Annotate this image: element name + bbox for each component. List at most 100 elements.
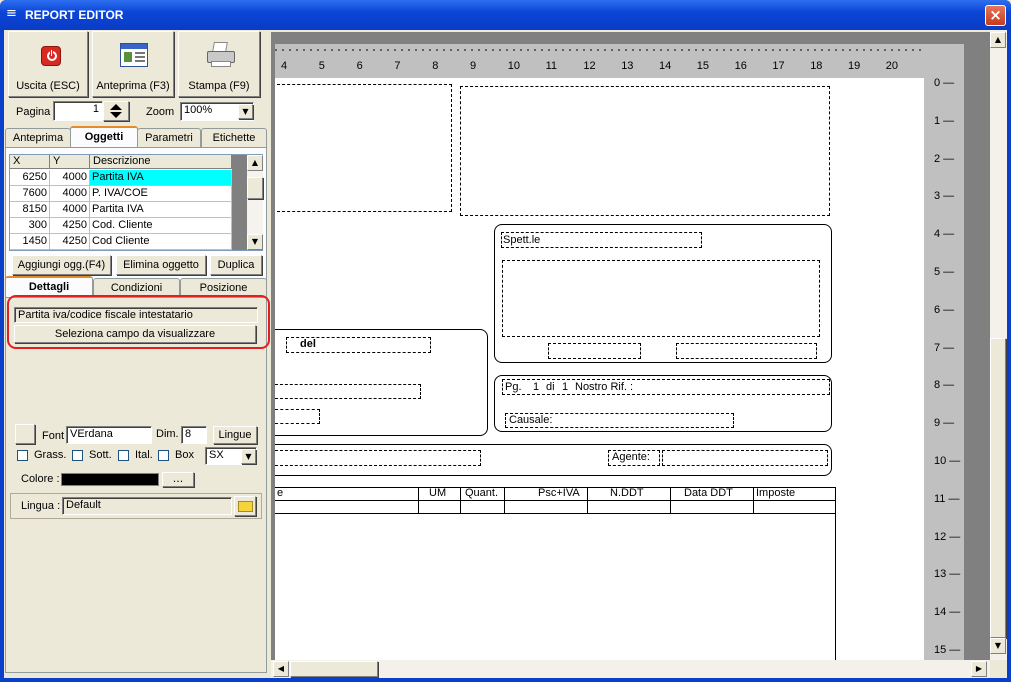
- language-input: Default: [62, 497, 232, 515]
- ruler-tick-label: 4: [281, 60, 288, 72]
- col-header-descrizione[interactable]: Descrizione: [90, 155, 232, 169]
- ruler-tick-label: 14: [659, 60, 672, 72]
- doc-field-2[interactable]: [275, 409, 320, 424]
- di-number: 1: [562, 381, 569, 393]
- top-ruler-ticks: [275, 49, 929, 51]
- size-input[interactable]: 8: [181, 426, 207, 444]
- doc-field-1[interactable]: [275, 384, 421, 399]
- report-box-right-top[interactable]: [460, 86, 830, 216]
- del-label: del: [300, 338, 316, 350]
- cell-desc: P. IVA/COE: [90, 186, 232, 202]
- print-button[interactable]: Stampa (F9): [178, 31, 260, 97]
- page-ref-field[interactable]: Pg. 1 di 1 Nostro Rif. :: [502, 379, 830, 395]
- exit-button[interactable]: Uscita (ESC): [8, 31, 88, 97]
- col-header-x[interactable]: X: [10, 155, 50, 169]
- column-divider: [753, 488, 754, 514]
- select-field-button[interactable]: Seleziona campo da visualizzare: [14, 325, 256, 343]
- horizontal-scroll-thumb[interactable]: [290, 661, 378, 677]
- scroll-down-icon[interactable]: ▼: [990, 638, 1006, 654]
- column-divider: [587, 488, 588, 514]
- zoom-dropdown-icon[interactable]: ▼: [238, 104, 253, 119]
- color-label: Colore :: [21, 473, 60, 485]
- causale-field[interactable]: Causale:: [505, 413, 734, 428]
- ruler-tick-label: 15 —: [934, 644, 961, 656]
- close-button[interactable]: ×: [985, 5, 1006, 26]
- objects-table[interactable]: X Y Descrizione 6250 4000 Partita IVA 76…: [9, 154, 263, 251]
- recipient-address-field[interactable]: [502, 260, 820, 337]
- color-picker-button[interactable]: ...: [162, 472, 194, 487]
- bold-checkbox[interactable]: [17, 450, 28, 461]
- report-page[interactable]: Spett.le del Pg. 1 di 1 Nostro Rif. : Ca…: [275, 78, 929, 660]
- font-color-button[interactable]: [15, 424, 35, 444]
- cell-desc: Cod Cliente: [90, 234, 232, 250]
- size-label: Dim.: [156, 428, 179, 440]
- ruler-tick-label: 2 —: [934, 152, 955, 165]
- underline-checkbox[interactable]: [72, 450, 83, 461]
- top-ruler: 456789101112131415161718192021: [275, 44, 936, 78]
- box-checkbox[interactable]: [158, 450, 169, 461]
- italic-checkbox[interactable]: [118, 450, 129, 461]
- tab-oggetti[interactable]: Oggetti: [70, 126, 138, 148]
- align-value: SX: [209, 449, 224, 461]
- menu-icon[interactable]: ≡: [6, 7, 19, 21]
- ruler-tick-label: 8 —: [934, 379, 955, 392]
- scroll-right-icon[interactable]: ▶: [971, 661, 987, 677]
- scroll-left-icon[interactable]: ◀: [273, 661, 289, 677]
- ruler-tick-label: 9: [470, 60, 477, 72]
- agente-field[interactable]: Agente:: [608, 450, 660, 466]
- cell-desc: Cod. Cliente: [90, 218, 232, 234]
- column-header: Imposte: [756, 487, 796, 499]
- vertical-scroll-thumb[interactable]: [990, 338, 1006, 638]
- report-box-left-top[interactable]: [277, 84, 452, 212]
- recipient-field-a[interactable]: [548, 343, 641, 359]
- cell-y: 4250: [50, 218, 90, 234]
- underline-label: Sott.: [89, 449, 112, 461]
- ruler-tick-label: 19: [848, 60, 861, 72]
- grid-gutter: [232, 155, 247, 250]
- preview-button[interactable]: Anteprima (F3): [92, 31, 174, 97]
- tab-anteprima[interactable]: Anteprima: [5, 128, 71, 148]
- add-object-button[interactable]: Aggiungi ogg.(F4): [12, 255, 111, 275]
- spett-field[interactable]: Spett.le: [501, 232, 702, 248]
- ruler-tick-label: 10 —: [934, 455, 961, 467]
- spin-up-icon[interactable]: [110, 104, 122, 110]
- ruler-tick-label: 6 —: [934, 303, 955, 316]
- delete-object-button[interactable]: Elimina oggetto: [116, 255, 206, 275]
- zoom-label: Zoom: [146, 106, 175, 118]
- scroll-up-icon[interactable]: ▲: [247, 155, 263, 171]
- ruler-tick-label: 17: [772, 60, 785, 72]
- scroll-down-icon[interactable]: ▼: [247, 234, 263, 250]
- exit-label: Uscita (ESC): [16, 80, 80, 92]
- ruler-tick-label: 10: [507, 60, 521, 72]
- canvas-horizontal-scrollbar[interactable]: ◀ ▶: [271, 660, 990, 678]
- font-input[interactable]: VErdana: [66, 426, 152, 444]
- printer-icon: [206, 42, 236, 70]
- canvas-vertical-scrollbar[interactable]: ▲ ▼: [990, 30, 1007, 660]
- column-header: Psc+IVA: [538, 487, 580, 499]
- align-dropdown-icon[interactable]: ▼: [241, 449, 256, 464]
- agente-value-field[interactable]: [662, 450, 828, 466]
- cell-x: 1450: [10, 234, 50, 250]
- scroll-up-icon[interactable]: ▲: [990, 32, 1006, 48]
- ruler-corner: [924, 44, 964, 78]
- recipient-field-b[interactable]: [676, 343, 817, 359]
- col-header-y[interactable]: Y: [50, 155, 90, 169]
- column-header: N.DDT: [610, 487, 644, 499]
- causale-label: Causale:: [509, 414, 553, 426]
- spin-down-icon[interactable]: [110, 112, 122, 118]
- ruler-tick-label: 1 —: [934, 114, 955, 127]
- scroll-thumb[interactable]: [247, 177, 263, 199]
- tab-etichette[interactable]: Etichette: [201, 128, 267, 148]
- folder-button[interactable]: [234, 496, 256, 516]
- lines-table[interactable]: e UM Quant. Psc+IVA N.DDT Data DDT Imposte: [275, 487, 836, 660]
- page-spinner[interactable]: [103, 101, 129, 121]
- column-header: Data DDT: [684, 487, 733, 499]
- ruler-tick-label: 4 —: [934, 228, 955, 241]
- languages-button[interactable]: Lingue: [213, 426, 257, 444]
- agent-left-field[interactable]: [275, 450, 481, 466]
- page-input[interactable]: 1: [53, 101, 103, 121]
- del-field[interactable]: del: [286, 337, 431, 353]
- duplicate-button[interactable]: Duplica: [210, 255, 262, 275]
- tab-parametri[interactable]: Parametri: [137, 128, 201, 148]
- grid-scrollbar[interactable]: ▲ ▼: [247, 155, 263, 250]
